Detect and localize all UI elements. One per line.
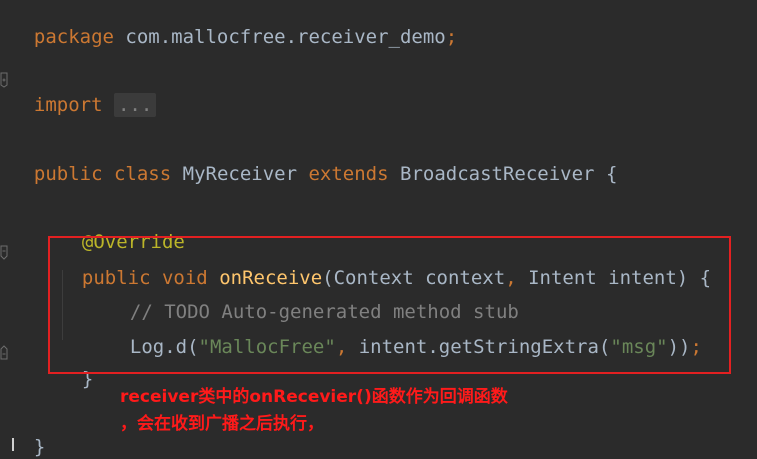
fold-end-icon[interactable]	[0, 344, 10, 360]
folded-imports[interactable]: ...	[113, 93, 157, 117]
keyword-public: public	[33, 163, 103, 185]
keyword-import: import	[33, 94, 103, 116]
keyword-class: class	[113, 163, 172, 185]
annotation-note-line2: ，会在收到广播之后执行，	[120, 414, 324, 434]
superclass-name: BroadcastReceiver	[400, 163, 595, 185]
highlight-box	[48, 236, 731, 374]
code-line-class-close[interactable]: }	[11, 411, 45, 458]
open-brace: {	[605, 163, 618, 185]
code-line-package[interactable]: package com.mallocfree.receiver_demo;	[11, 1, 457, 48]
package-name: com.mallocfree.receiver_demo	[125, 26, 446, 48]
fold-icon[interactable]	[0, 72, 10, 88]
fold-start-icon[interactable]	[0, 245, 10, 261]
annotation-note-line1: receiver类中的onRecevier()函数作为回调函数	[120, 387, 508, 407]
class-close-brace: }	[33, 436, 46, 458]
semicolon: ;	[445, 26, 458, 48]
code-line-override[interactable]: @Override	[59, 206, 185, 253]
class-name: MyReceiver	[182, 163, 298, 185]
code-line-class-declaration[interactable]: public class MyReceiver extends Broadcas…	[11, 138, 618, 185]
text-cursor	[12, 438, 14, 451]
code-line-import[interactable]: import ...	[11, 69, 157, 117]
keyword-extends: extends	[308, 163, 389, 185]
keyword-package: package	[33, 26, 114, 48]
